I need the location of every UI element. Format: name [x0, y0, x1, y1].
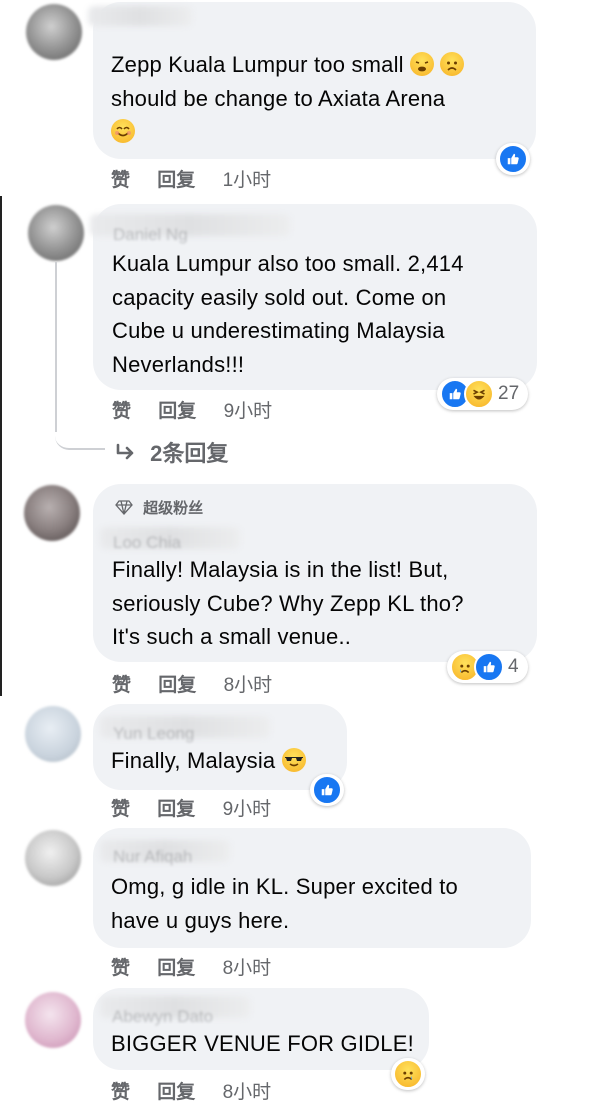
reaction-count: 27	[498, 383, 520, 404]
avatar[interactable]	[24, 485, 80, 541]
like-icon	[474, 652, 504, 682]
comment-actions: 赞 回复 8小时	[111, 953, 271, 980]
comment-line: BIGGER VENUE FOR GIDLE!	[111, 1031, 414, 1056]
view-replies-label: 2条回复	[150, 441, 229, 466]
reaction-summary[interactable]: 4	[447, 651, 528, 683]
comment-line: Omg, g idle in KL. Super excited to	[111, 874, 458, 899]
comment-actions: 赞 回复 1小时	[111, 165, 271, 192]
comment-line: seriously Cube? Why Zepp KL tho?	[112, 590, 464, 616]
like-button[interactable]: 赞	[112, 396, 131, 423]
timestamp[interactable]: 9小时	[223, 794, 272, 821]
reply-button[interactable]: 回复	[157, 953, 195, 980]
like-button[interactable]: 赞	[111, 794, 130, 821]
comment-text: Kuala Lumpur also too small. 2,414 capac…	[112, 247, 532, 381]
reply-button[interactable]: 回复	[158, 670, 196, 697]
timestamp[interactable]: 8小时	[224, 670, 273, 697]
author-name[interactable]: Yun Leong	[113, 724, 194, 744]
reaction-summary[interactable]	[310, 774, 344, 806]
tired-face-emoji	[410, 52, 435, 76]
comment-text: BIGGER VENUE FOR GIDLE!	[111, 1027, 431, 1061]
reaction-summary[interactable]	[391, 1058, 425, 1090]
like-button[interactable]: 赞	[111, 1077, 130, 1104]
comment-line: Finally, Malaysia	[111, 748, 276, 773]
avatar[interactable]	[25, 830, 81, 886]
top-fan-badge[interactable]: 超级粉丝	[115, 497, 203, 518]
thread-connector	[55, 420, 105, 450]
timestamp[interactable]: 9小时	[224, 396, 273, 423]
comment-line: It's such a small venue..	[112, 624, 352, 649]
comment-text: Omg, g idle in KL. Super excited to have…	[111, 870, 531, 937]
author-name[interactable]: Loo Chia	[113, 533, 181, 553]
reply-arrow-icon	[114, 441, 144, 466]
reply-button[interactable]: 回复	[158, 396, 196, 423]
sad-icon	[393, 1059, 423, 1089]
comment-line: Neverlands!!!	[112, 351, 245, 377]
comment-line: capacity easily sold out. Come on	[112, 284, 447, 310]
view-replies-link[interactable]: 2条回复	[114, 436, 228, 468]
comment-line: Cube u underestimating Malaysia	[112, 318, 445, 343]
comment-line: Zepp Kuala Lumpur too small	[111, 52, 404, 77]
comment-actions: 赞 回复 8小时	[112, 670, 272, 697]
like-icon	[498, 144, 528, 174]
avatar[interactable]	[25, 706, 81, 762]
avatar[interactable]	[26, 4, 82, 60]
comment-actions: 赞 回复 8小时	[111, 1077, 271, 1104]
like-button[interactable]: 赞	[112, 670, 131, 697]
comment-line: should be change to Axiata Arena	[111, 85, 446, 111]
like-button[interactable]: 赞	[111, 165, 130, 192]
author-name[interactable]: Daniel Ng	[113, 225, 188, 245]
thread-divider	[0, 196, 2, 696]
author-name-redacted[interactable]	[88, 6, 192, 26]
reply-button[interactable]: 回复	[157, 1077, 195, 1104]
comment-line: Kuala Lumpur also too small. 2,414	[112, 251, 464, 276]
timestamp[interactable]: 8小时	[223, 953, 272, 980]
comment-text: Zepp Kuala Lumpur too small should be ch…	[111, 48, 531, 149]
sunglasses-face-emoji	[281, 748, 306, 772]
timestamp[interactable]: 1小时	[223, 165, 272, 192]
author-name[interactable]: Abewyn Dato	[112, 1007, 213, 1027]
thread-line	[55, 262, 57, 432]
comment-text: Finally! Malaysia is in the list! But, s…	[112, 553, 532, 654]
diamond-icon	[115, 500, 137, 517]
like-button[interactable]: 赞	[111, 953, 130, 980]
comment-line: Finally! Malaysia is in the list! But,	[112, 557, 449, 582]
reaction-summary[interactable]	[496, 143, 530, 175]
comment-line: have u guys here.	[111, 907, 290, 933]
reply-button[interactable]: 回复	[157, 794, 195, 821]
comment-actions: 赞 回复 9小时	[112, 396, 272, 423]
timestamp[interactable]: 8小时	[223, 1077, 272, 1104]
reaction-count: 4	[508, 656, 519, 677]
avatar[interactable]	[25, 992, 81, 1048]
like-icon	[312, 775, 342, 805]
smiling-face-emoji	[111, 119, 135, 143]
haha-icon	[464, 379, 494, 409]
top-fan-label: 超级粉丝	[143, 500, 204, 517]
reply-button[interactable]: 回复	[157, 165, 195, 192]
avatar[interactable]	[28, 205, 84, 261]
comment-actions: 赞 回复 9小时	[111, 794, 271, 821]
worried-face-emoji	[440, 52, 465, 76]
comment-text: Finally, Malaysia	[111, 744, 351, 778]
reaction-summary[interactable]: 27	[437, 378, 529, 410]
author-name[interactable]: Nur Afiqah	[113, 847, 192, 867]
